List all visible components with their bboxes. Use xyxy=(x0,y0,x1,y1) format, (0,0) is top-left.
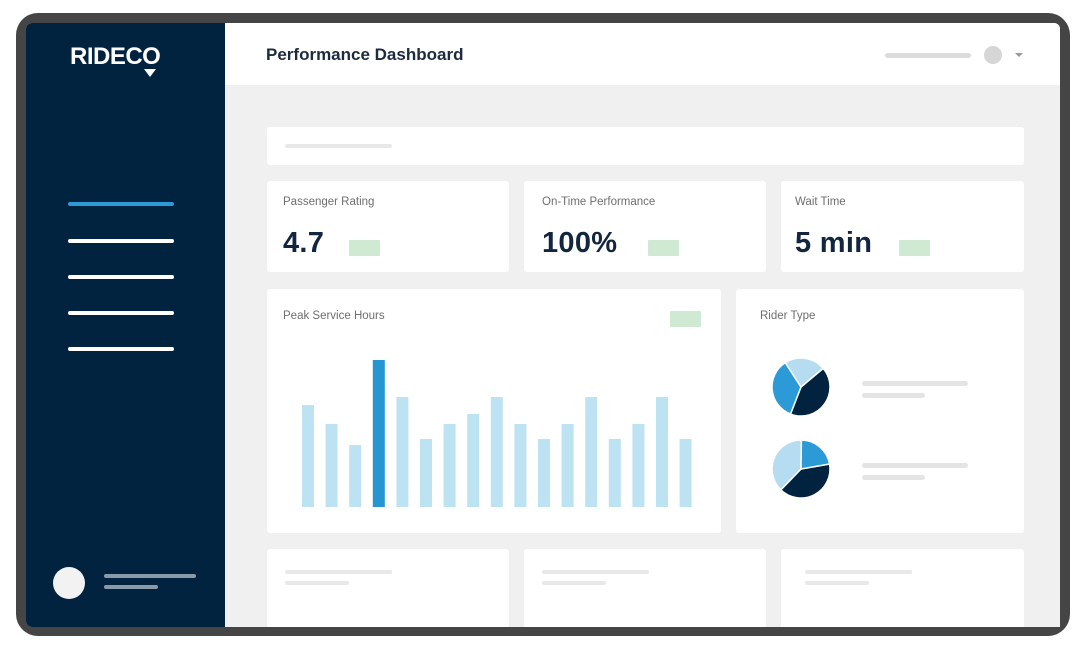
placeholder-line xyxy=(285,570,392,574)
chart-bar[interactable] xyxy=(608,439,621,507)
placeholder-line xyxy=(805,581,869,585)
bottom-card-2 xyxy=(524,549,766,627)
metric-value: 100% xyxy=(542,227,618,259)
top-header: Performance Dashboard xyxy=(225,23,1060,85)
chart-bar[interactable] xyxy=(538,439,550,507)
metric-card-passenger-rating[interactable]: Passenger Rating 4.7 xyxy=(267,181,509,272)
chart-bar[interactable] xyxy=(679,439,692,507)
placeholder-line xyxy=(805,570,912,574)
chart-bar[interactable] xyxy=(514,424,527,507)
trend-badge xyxy=(648,240,679,256)
chart-bar[interactable] xyxy=(443,424,456,507)
sidebar-item-1[interactable] xyxy=(68,202,174,206)
metric-card-wait-time[interactable]: Wait Time 5 min xyxy=(781,181,1024,272)
rider-type-pies xyxy=(771,357,831,499)
trend-badge xyxy=(349,240,380,256)
bottom-card-1 xyxy=(267,549,509,627)
chart-bar[interactable] xyxy=(561,424,574,507)
peak-service-hours-card: Peak Service Hours xyxy=(267,289,721,533)
metric-label: On-Time Performance xyxy=(542,196,656,208)
peak-hours-bar-chart xyxy=(302,360,692,507)
app-screen: RIDECO Performance Dashboard Passenger R… xyxy=(26,23,1060,627)
legend-placeholder xyxy=(862,381,968,386)
chart-bar[interactable] xyxy=(467,414,480,507)
user-role-placeholder xyxy=(104,585,158,589)
legend-placeholder xyxy=(862,393,925,398)
rider-type-card: Rider Type xyxy=(736,289,1024,533)
header-avatar[interactable] xyxy=(984,46,1002,64)
chart-bar[interactable] xyxy=(325,424,338,507)
chart-bar[interactable] xyxy=(490,397,503,507)
sidebar-item-4[interactable] xyxy=(68,311,174,315)
page-title: Performance Dashboard xyxy=(266,45,464,64)
chevron-down-icon[interactable] xyxy=(1015,53,1023,57)
bottom-card-3 xyxy=(781,549,1024,627)
trend-badge xyxy=(899,240,930,256)
sidebar-item-2[interactable] xyxy=(68,239,174,243)
filter-placeholder xyxy=(285,144,392,148)
chart-bar[interactable] xyxy=(585,397,598,507)
legend-placeholder xyxy=(862,463,968,468)
metric-value: 5 min xyxy=(795,227,873,259)
sidebar-item-3[interactable] xyxy=(68,275,174,279)
chart-bar[interactable] xyxy=(632,424,645,507)
sidebar-item-5[interactable] xyxy=(68,347,174,351)
chart-bar[interactable] xyxy=(656,397,668,507)
placeholder-line xyxy=(542,570,649,574)
filter-bar[interactable] xyxy=(267,127,1024,165)
user-name-placeholder xyxy=(104,574,196,578)
sidebar: RIDECO xyxy=(26,23,225,627)
metric-label: Passenger Rating xyxy=(283,196,375,208)
rideco-logo: RIDECO xyxy=(70,43,161,77)
pie-slice[interactable] xyxy=(800,439,831,470)
metric-label: Wait Time xyxy=(795,196,846,208)
metric-value: 4.7 xyxy=(283,227,325,259)
chart-bar[interactable] xyxy=(349,445,362,507)
chart-bar[interactable] xyxy=(372,360,385,507)
chart-bar[interactable] xyxy=(420,439,432,507)
placeholder-line xyxy=(285,581,349,585)
metric-card-on-time-performance[interactable]: On-Time Performance 100% xyxy=(524,181,766,272)
placeholder-line xyxy=(542,581,606,585)
header-search-placeholder[interactable] xyxy=(885,53,971,58)
chart-bar[interactable] xyxy=(302,405,314,507)
logo-text: RIDECO xyxy=(70,43,161,70)
chart-bar[interactable] xyxy=(396,397,409,507)
user-avatar[interactable] xyxy=(53,567,85,599)
legend-placeholder xyxy=(862,475,925,480)
logo-pin-icon xyxy=(144,69,156,77)
